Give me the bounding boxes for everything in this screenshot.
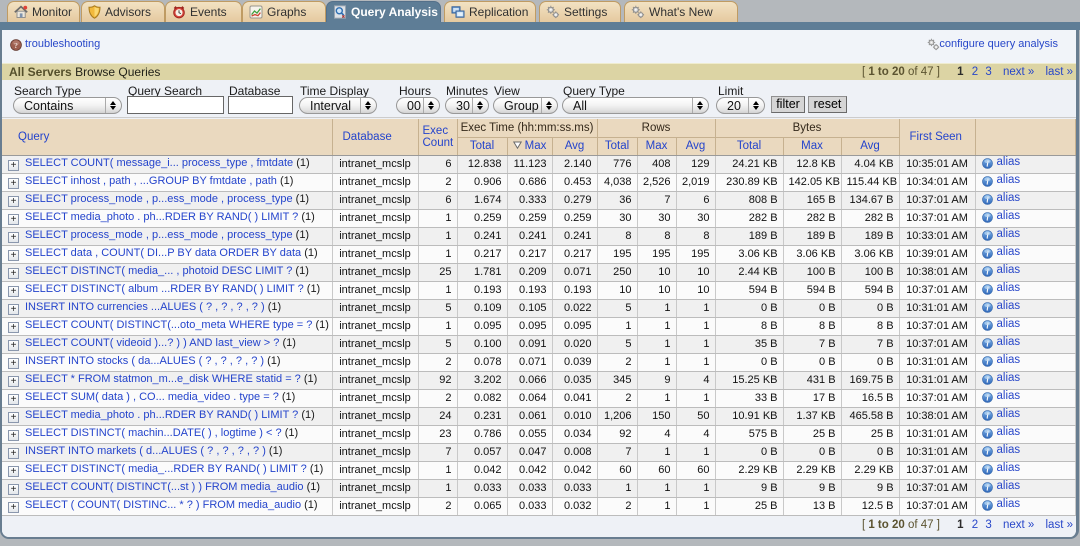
svg-text:?: ?	[14, 41, 18, 50]
